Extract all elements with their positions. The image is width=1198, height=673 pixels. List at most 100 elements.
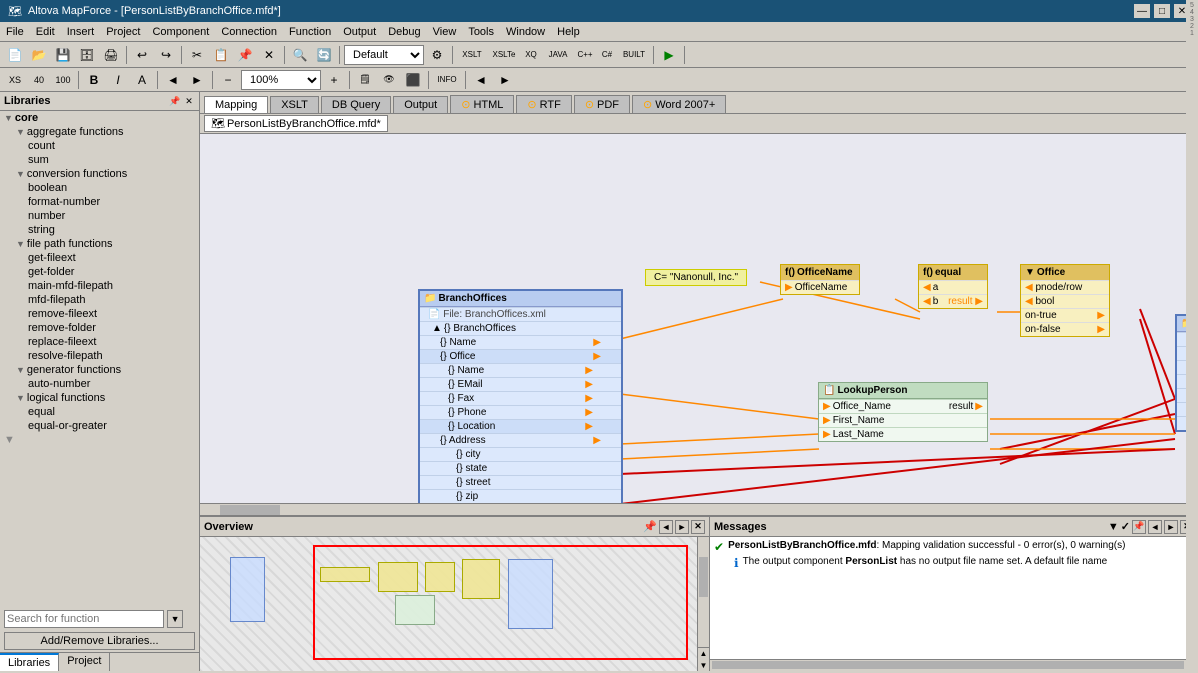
menu-project[interactable]: Project [100,24,146,40]
xq-button[interactable]: XQ [521,45,541,65]
tree-remove-folder[interactable]: remove-folder [0,321,199,335]
messages-hscroll[interactable] [710,659,1198,671]
tb2-back[interactable]: ◄ [470,70,492,90]
msg-scroll-thumb[interactable] [712,661,1184,669]
tree-conversion-functions[interactable]: ▼ conversion functions [0,167,199,181]
undo-button[interactable]: ↩ [131,45,153,65]
tree-equal[interactable]: equal [0,405,199,419]
save-button[interactable]: 💾 [52,45,74,65]
tab-xslt[interactable]: XSLT [270,96,319,113]
tb2-btn2[interactable]: 40 [28,70,50,90]
file-tab-item[interactable]: 🗺 PersonListByBranchOffice.mfd* [204,115,388,132]
tab-pdf[interactable]: ⊙ PDF [574,95,630,113]
menu-output[interactable]: Output [337,24,382,40]
tab-rtf[interactable]: ⊙ RTF [516,95,571,113]
tree-equal-or-greater[interactable]: equal-or-greater [0,419,199,433]
tree-mfd-filepath[interactable]: mfd-filepath [0,293,199,307]
paste-button[interactable]: 📌 [234,45,256,65]
tree-boolean[interactable]: boolean [0,181,199,195]
maximize-button[interactable]: □ [1154,4,1170,18]
h-scrollbar-thumb[interactable] [220,505,280,515]
tree-get-fileext[interactable]: get-fileext [0,251,199,265]
office-ifelse-node[interactable]: ▼ Office ◀ pnode/row ◀ bool on-true ▶ on… [1020,264,1110,337]
tree-remove-fileext[interactable]: remove-fileext [0,307,199,321]
tb2-nav[interactable]: ⬛ [402,70,424,90]
java-button[interactable]: JAVA [543,45,573,65]
tree-string[interactable]: string [0,223,199,237]
add-remove-libraries-button[interactable]: Add/Remove Libraries... [4,632,195,650]
tb2-zoom-out[interactable]: − [217,70,239,90]
libraries-pin[interactable]: 📌 [169,94,181,108]
overview-hscroll-left[interactable]: ▲ [698,647,709,659]
mapping-canvas[interactable]: C= "Nanonull, Inc." f() OfficeName ▶ Off… [200,134,1198,516]
menu-edit[interactable]: Edit [30,24,61,40]
tree-aggregate-functions[interactable]: ▼ aggregate functions [0,125,199,139]
built-button[interactable]: BUILT [619,45,649,65]
messages-filter[interactable]: ▼ [1108,521,1119,533]
menu-debug[interactable]: Debug [382,24,426,40]
overview-vscroll-thumb[interactable] [699,557,708,597]
messages-pin[interactable]: 📌 [1132,520,1146,534]
tree-main-mfd-filepath[interactable]: main-mfd-filepath [0,279,199,293]
tree-file-path-functions[interactable]: ▼ file path functions [0,237,199,251]
tb2-bold[interactable]: B [83,70,105,90]
overview-pin[interactable]: 📌 [643,520,657,533]
search-input[interactable] [4,610,164,628]
nanonull-node[interactable]: C= "Nanonull, Inc." [645,269,747,286]
run-button[interactable]: ▶ [658,45,680,65]
minimize-button[interactable]: — [1134,4,1150,18]
tree-replace-fileext[interactable]: replace-fileext [0,335,199,349]
tab-word[interactable]: ⊙ Word 2007+ [632,95,726,113]
tab-html[interactable]: ⊙ HTML [450,95,514,113]
tb2-view[interactable]: 👁 [378,70,400,90]
branch-offices-node[interactable]: 📁 BranchOffices 📄 File: BranchOffices.xm… [418,289,623,516]
tree-resolve-filepath[interactable]: resolve-filepath [0,349,199,363]
tb2-italic[interactable]: I [107,70,129,90]
search-dropdown[interactable]: ▼ [167,610,183,628]
tb2-left[interactable]: ◄ [162,70,184,90]
new-button[interactable]: 📄 [4,45,26,65]
copy-button[interactable]: 📋 [210,45,232,65]
menu-window[interactable]: Window [500,24,551,40]
save-all-button[interactable]: 🗄 [76,45,98,65]
libraries-close[interactable]: ✕ [183,94,195,108]
tb2-schema[interactable]: 🗒 [354,70,376,90]
tb2-btn1[interactable]: XS [4,70,26,90]
title-bar-controls[interactable]: — □ ✕ [1134,4,1190,18]
menu-tools[interactable]: Tools [462,24,500,40]
tree-sum[interactable]: sum [0,153,199,167]
overview-hscroll-right[interactable]: ▼ [698,659,709,671]
menu-help[interactable]: Help [551,24,586,40]
overview-canvas[interactable]: ▲ ▼ [200,537,709,671]
tab-mapping[interactable]: Mapping [204,96,268,113]
profile-settings[interactable]: ⚙ [426,45,448,65]
cs-button[interactable]: C# [597,45,617,65]
overview-nav-right[interactable]: ► [675,520,689,534]
xslt2-button[interactable]: XSLTe [489,45,519,65]
officename-node[interactable]: f() OfficeName ▶ OfficeName [780,264,860,295]
messages-clear[interactable]: ✓ [1121,520,1130,533]
equal-node[interactable]: f() equal ◀ a ◀ b result ▶ [918,264,988,309]
menu-function[interactable]: Function [283,24,337,40]
menu-view[interactable]: View [427,24,463,40]
menu-component[interactable]: Component [146,24,215,40]
tree-section-core[interactable]: ▼ core [0,111,199,125]
overview-close[interactable]: ✕ [691,520,705,534]
tb2-fwd[interactable]: ► [494,70,516,90]
overview-nav-left[interactable]: ◄ [659,520,673,534]
tree-get-folder[interactable]: get-folder [0,265,199,279]
open-button[interactable]: 📂 [28,45,50,65]
tree-generator-functions[interactable]: ▼ generator functions [0,363,199,377]
cut-button[interactable]: ✂ [186,45,208,65]
tree-logical-functions[interactable]: ▼ logical functions [0,391,199,405]
messages-nav-left[interactable]: ◄ [1148,520,1162,534]
tab-db-query[interactable]: DB Query [321,96,391,113]
find-button[interactable]: 🔍 [289,45,311,65]
lookup-person-node[interactable]: 📋 LookupPerson ▶ Office_Name result ▶ ▶ … [818,382,988,442]
redo-button[interactable]: ↪ [155,45,177,65]
tree-count[interactable]: count [0,139,199,153]
tree-number[interactable]: number [0,209,199,223]
profile-dropdown[interactable]: Default [344,45,424,65]
messages-nav-right[interactable]: ► [1164,520,1178,534]
menu-insert[interactable]: Insert [61,24,101,40]
